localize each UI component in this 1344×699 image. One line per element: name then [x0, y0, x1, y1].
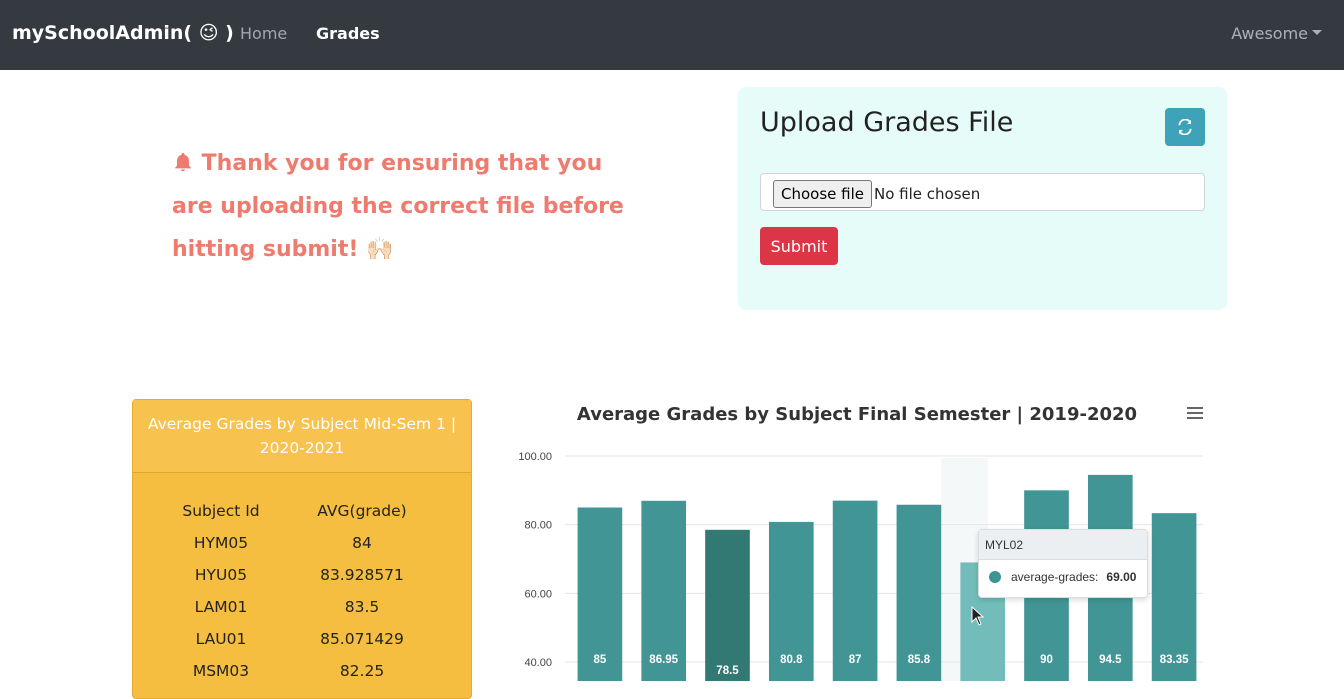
grades-chart: 100.00 80.00 60.00 40.00 85 86.95 78.5 80.8 87 85…	[505, 395, 1215, 681]
file-input[interactable]: Choose file No file chosen	[760, 173, 1205, 211]
bar-value-label: 85	[594, 654, 607, 666]
submit-button[interactable]: Submit	[760, 227, 838, 265]
cell-subject: HYM05	[193, 534, 249, 552]
bar-value-label: 85.8	[908, 654, 931, 666]
cell-avg: 85.071429	[320, 630, 404, 648]
bar-value-label: 90	[1040, 654, 1053, 666]
navbar: mySchoolAdmin( 😉 ) Home Grades Awesome	[0, 0, 1344, 70]
cell-avg: 84	[352, 534, 372, 552]
chart-bar[interactable]	[705, 529, 750, 681]
tooltip-body: average-grades: 69.00	[979, 560, 1147, 594]
mouse-cursor-icon	[971, 606, 985, 626]
hamburger-menu-icon[interactable]	[1187, 407, 1203, 419]
cell-avg: 82.25	[339, 662, 385, 680]
tooltip-series: average-grades:	[1011, 570, 1099, 584]
table-row: HYU05 83.928571	[160, 559, 442, 591]
table-header-row: Subject Id AVG(grade)	[160, 495, 442, 527]
table-row: LAM01 83.5	[160, 591, 442, 623]
cell-subject: HYU05	[194, 566, 248, 584]
tooltip-category: MYL02	[979, 530, 1147, 560]
caret-down-icon	[1312, 30, 1322, 35]
bar-value-label: 87	[849, 654, 862, 666]
cell-subject: MSM03	[192, 662, 250, 680]
table-row: MSM03 82.25	[160, 655, 442, 687]
nav-home[interactable]: Home	[240, 24, 287, 43]
chart-title: Average Grades by Subject Final Semester…	[576, 404, 1138, 425]
choose-file-button[interactable]: Choose file	[773, 180, 872, 208]
chart-tooltip: MYL02 average-grades: 69.00	[978, 529, 1148, 598]
y-tick-label: 100.00	[518, 451, 552, 463]
grades-card: Average Grades by Subject Mid-Sem 1 | 20…	[132, 399, 472, 699]
bar-value-label: 94.5	[1099, 654, 1122, 666]
brand-logo[interactable]: mySchoolAdmin( 😉 )	[12, 22, 234, 44]
nav-grades[interactable]: Grades	[316, 24, 380, 43]
refresh-icon	[1178, 119, 1192, 135]
bar-value-label: 86.95	[649, 654, 678, 666]
y-tick-label: 60.00	[524, 588, 552, 600]
notice-text: Thank you for ensuring that you are uplo…	[172, 151, 624, 262]
upload-title: Upload Grades File	[760, 107, 1014, 138]
y-tick-label: 80.00	[524, 520, 552, 532]
bar-value-label: 78.5	[716, 665, 739, 677]
grades-card-title: Average Grades by Subject Mid-Sem 1 | 20…	[133, 400, 471, 473]
y-tick-label: 40.00	[524, 657, 552, 669]
bell-icon	[175, 152, 191, 172]
refresh-button[interactable]	[1165, 108, 1205, 146]
user-menu-dropdown[interactable]: Awesome	[1231, 24, 1322, 43]
cell-subject: LAU01	[195, 630, 247, 648]
column-header-avg: AVG(grade)	[317, 502, 407, 520]
table-row: LAU01 85.071429	[160, 623, 442, 655]
upload-card: Upload Grades File Choose file No file c…	[738, 87, 1227, 310]
cell-avg: 83.5	[344, 598, 380, 616]
file-status-text: No file chosen	[874, 185, 981, 203]
column-header-subject: Subject Id	[182, 502, 260, 520]
upload-notice: Thank you for ensuring that you are uplo…	[172, 142, 642, 271]
bar-value-label: 80.8	[780, 654, 803, 666]
bar-value-label: 83.35	[1160, 654, 1189, 666]
cell-subject: LAM01	[194, 598, 248, 616]
cell-avg: 83.928571	[320, 566, 404, 584]
tooltip-value: 69.00	[1106, 570, 1137, 584]
series-dot-icon	[989, 571, 1001, 583]
user-menu-label: Awesome	[1231, 24, 1308, 43]
grades-table: Subject Id AVG(grade) HYM05 84 HYU05 83.92…	[160, 495, 442, 687]
table-row: HYM05 84	[160, 527, 442, 559]
